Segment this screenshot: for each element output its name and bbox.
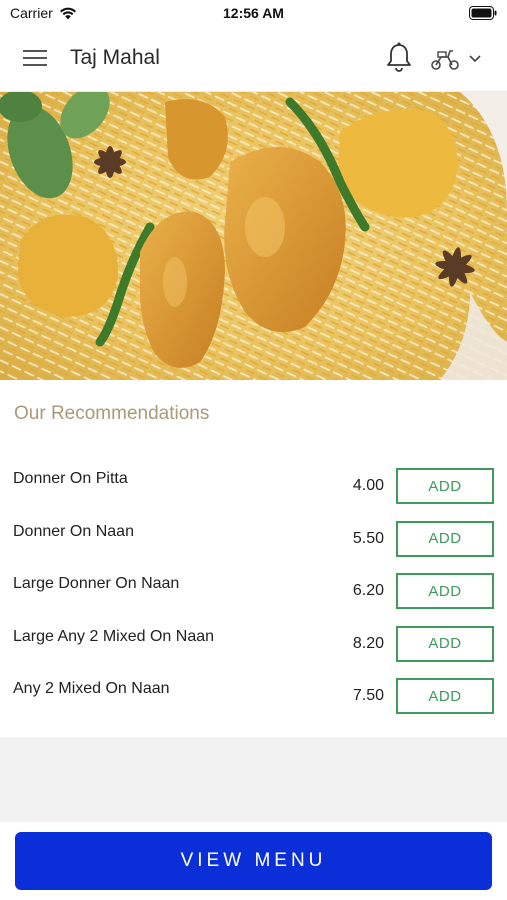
menu-item-row: Large Any 2 Mixed On Naan 8.20 ADD	[0, 618, 507, 671]
view-menu-button[interactable]: VIEW MENU	[15, 832, 492, 890]
app-header: Taj Mahal	[0, 26, 507, 92]
add-to-cart-button[interactable]: ADD	[396, 625, 494, 662]
status-time: 12:56 AM	[223, 5, 284, 21]
status-bar: Carrier 12:56 AM	[0, 0, 507, 26]
item-name: Any 2 Mixed On Naan	[13, 680, 170, 697]
notifications-button[interactable]	[385, 41, 413, 75]
item-name: Large Any 2 Mixed On Naan	[13, 627, 215, 645]
bell-icon	[387, 42, 411, 72]
delivery-mode-selector[interactable]	[430, 44, 492, 74]
restaurant-title: Taj Mahal	[70, 46, 160, 69]
menu-item-row: Donner On Pitta 4.00 ADD	[0, 460, 507, 513]
footer: VIEW MENU	[0, 822, 507, 900]
hamburger-menu-button[interactable]	[22, 46, 48, 70]
item-price: 5.50	[352, 529, 384, 547]
add-to-cart-button[interactable]: ADD	[396, 520, 494, 557]
menu-item-row: Large Donner On Naan 6.20 ADD	[0, 565, 507, 618]
menu-item-row: Any 2 Mixed On Naan 7.50 ADD	[0, 670, 507, 723]
item-name: Large Donner On Naan	[13, 575, 180, 592]
hero-food-image	[0, 92, 507, 380]
hamburger-icon	[23, 50, 47, 66]
item-price: 7.50	[352, 687, 384, 704]
scooter-icon	[431, 50, 459, 70]
add-to-cart-button[interactable]: ADD	[396, 678, 494, 714]
battery-icon	[469, 6, 497, 25]
add-to-cart-button[interactable]: ADD	[396, 573, 494, 609]
add-to-cart-button[interactable]: ADD	[396, 468, 494, 504]
item-name: Donner On Naan	[13, 522, 134, 540]
item-price: 6.20	[352, 582, 384, 599]
content-spacer	[0, 737, 507, 822]
item-name: Donner On Pitta	[13, 470, 128, 487]
menu-item-row: Donner On Naan 5.50 ADD	[0, 513, 507, 566]
recommendations-heading: Our Recommendations	[14, 403, 210, 424]
recommendations-list: Donner On Pitta 4.00 ADD Donner On Naan …	[0, 460, 507, 723]
item-price: 8.20	[352, 634, 384, 652]
item-price: 4.00	[352, 477, 384, 494]
chevron-down-icon	[469, 55, 481, 63]
